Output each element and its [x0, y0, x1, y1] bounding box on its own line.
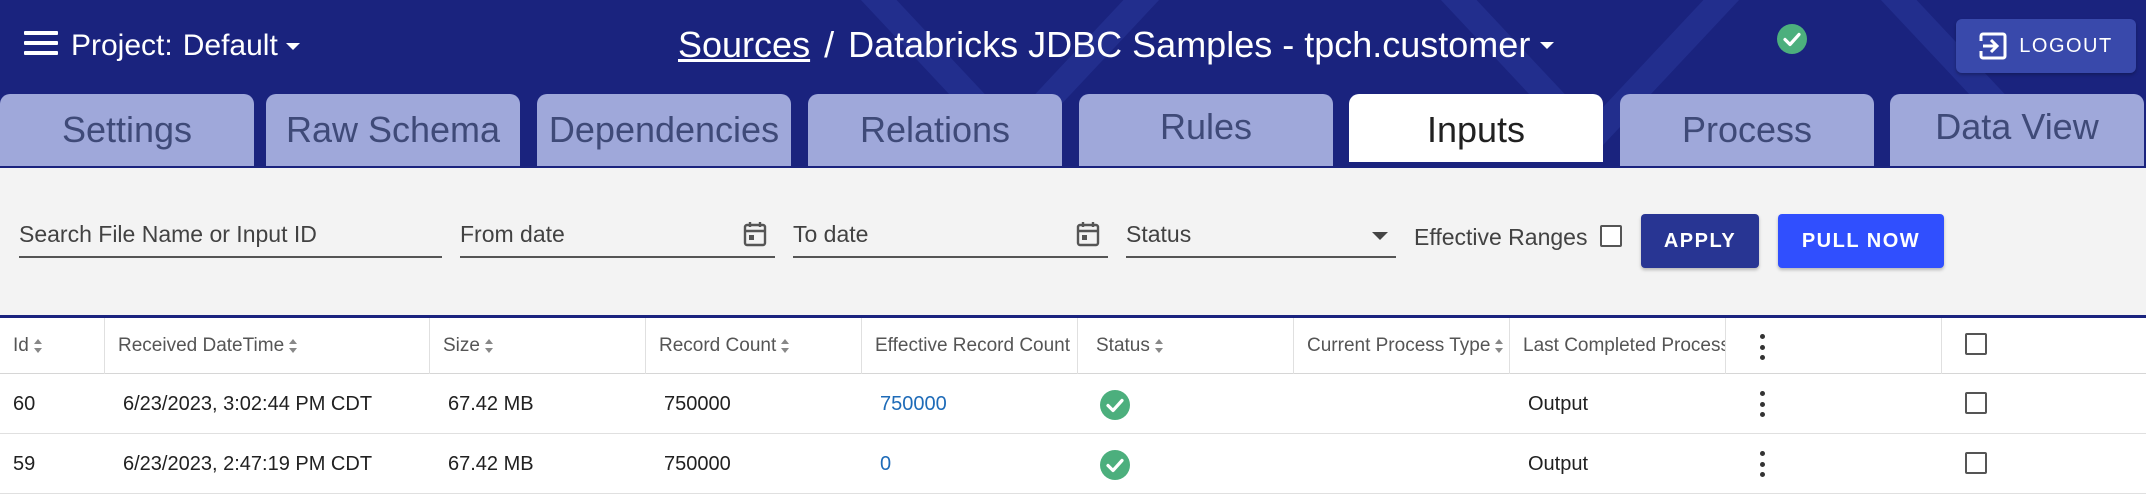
column-options-icon[interactable] — [1759, 334, 1765, 360]
table-header: Id Received DateTime Size Record Count E… — [0, 318, 2146, 374]
cell-last-completed-process: Output — [1528, 392, 1589, 415]
tab-inputs[interactable]: Inputs — [1349, 94, 1603, 166]
to-date-field[interactable]: To date — [793, 212, 1108, 258]
cell-received-datetime: 6/23/2023, 2:47:19 PM CDT — [123, 452, 373, 475]
tab-label: Inputs — [1426, 109, 1526, 150]
dropdown-arrow-icon — [1372, 232, 1388, 240]
tab-label: Raw Schema — [285, 109, 501, 150]
cell-effective-record-count-link[interactable]: 750000 — [867, 374, 947, 434]
tab-raw-schema[interactable]: Raw Schema — [266, 94, 520, 166]
check-circle-icon — [1100, 390, 1130, 420]
project-selector[interactable]: Project: Default — [71, 24, 300, 68]
calendar-icon[interactable] — [1076, 221, 1100, 247]
sort-icon — [33, 339, 42, 353]
from-date-field[interactable]: From date — [460, 212, 775, 258]
tab-process[interactable]: Process — [1620, 94, 1874, 166]
sort-icon — [781, 339, 790, 353]
column-label: Received DateTime — [118, 335, 285, 356]
chevron-down-icon — [285, 42, 300, 50]
to-date-placeholder: To date — [793, 220, 869, 247]
tab-settings[interactable]: Settings — [0, 94, 254, 166]
check-circle-icon — [1100, 450, 1130, 480]
inputs-table: Id Received DateTime Size Record Count E… — [0, 318, 2146, 496]
column-label: Size — [443, 335, 480, 356]
tab-label: Relations — [859, 109, 1011, 150]
cell-received-datetime: 6/23/2023, 3:02:44 PM CDT — [123, 392, 373, 415]
table-row[interactable]: 59 6/23/2023, 2:47:19 PM CDT 67.42 MB 75… — [0, 434, 2146, 494]
logout-label: LOGOUT — [2019, 34, 2113, 57]
column-header-current-process-type[interactable]: Current Process Type — [1294, 318, 1510, 374]
column-header-select — [1942, 318, 2146, 374]
apply-button[interactable]: APPLY — [1641, 214, 1759, 268]
calendar-icon[interactable] — [743, 221, 767, 247]
column-header-last-completed-process[interactable]: Last Completed Process — [1510, 318, 1726, 374]
column-header-effective-record-count[interactable]: Effective Record Count — [862, 318, 1078, 374]
filter-bar: Search File Name or Input ID From date T… — [0, 168, 2146, 318]
check-circle-icon — [1777, 24, 1807, 54]
tab-label: Data View — [1935, 106, 2099, 147]
column-label: Current Process Type — [1307, 335, 1491, 356]
table-row[interactable]: 60 6/23/2023, 3:02:44 PM CDT 67.42 MB 75… — [0, 374, 2146, 434]
sort-icon — [484, 339, 493, 353]
tab-dependencies[interactable]: Dependencies — [537, 94, 791, 166]
column-header-size[interactable]: Size — [430, 318, 646, 374]
tab-relations[interactable]: Relations — [808, 94, 1062, 166]
status-select[interactable]: Status — [1126, 212, 1396, 258]
row-select-checkbox[interactable] — [1965, 392, 1987, 414]
cell-size: 67.42 MB — [448, 452, 534, 475]
source-name: Databricks JDBC Samples - tpch.customer — [848, 24, 1531, 65]
tab-data-view[interactable]: Data View — [1890, 94, 2144, 166]
effective-ranges-checkbox[interactable] — [1600, 225, 1622, 247]
column-header-record-count[interactable]: Record Count — [646, 318, 862, 374]
tab-label: Dependencies — [548, 109, 780, 150]
cell-record-count: 750000 — [664, 452, 731, 475]
row-select-checkbox[interactable] — [1965, 452, 1987, 474]
tab-label: Process — [1681, 109, 1813, 150]
column-label: Id — [13, 335, 29, 356]
search-placeholder: Search File Name or Input ID — [19, 220, 317, 247]
tab-bar: Settings Raw Schema Dependencies Relatio… — [0, 94, 2146, 168]
tab-rules[interactable]: Rules — [1079, 94, 1333, 166]
sort-icon — [289, 339, 298, 353]
column-header-status[interactable]: Status — [1078, 318, 1294, 374]
cell-id: 60 — [13, 392, 36, 415]
page-title: Sources / Databricks JDBC Samples - tpch… — [678, 22, 1555, 68]
row-actions-menu-icon[interactable] — [1759, 451, 1765, 477]
breadcrumb-separator: / — [824, 24, 835, 65]
logout-button[interactable]: LOGOUT — [1956, 19, 2136, 73]
column-header-id[interactable]: Id — [0, 318, 105, 374]
column-header-received-datetime[interactable]: Received DateTime — [105, 318, 430, 374]
cell-record-count: 750000 — [664, 392, 731, 415]
from-date-placeholder: From date — [460, 220, 565, 247]
search-input[interactable]: Search File Name or Input ID — [19, 212, 442, 258]
tab-label: Settings — [61, 109, 193, 150]
sort-icon — [1154, 339, 1163, 353]
cell-effective-record-count-link[interactable]: 0 — [867, 434, 891, 494]
hamburger-menu-icon[interactable] — [24, 31, 58, 61]
cell-size: 67.42 MB — [448, 392, 534, 415]
app-header: Project: Default Sources / Databricks JD… — [0, 0, 2146, 168]
cell-id: 59 — [13, 452, 36, 475]
logout-icon — [1979, 32, 2007, 60]
status-placeholder: Status — [1126, 220, 1192, 247]
column-label: Last Completed Process — [1523, 335, 1726, 356]
sort-icon — [1495, 339, 1504, 353]
column-label: Status — [1096, 335, 1150, 356]
column-label: Record Count — [659, 335, 777, 356]
source-selector-chevron-icon[interactable] — [1540, 41, 1555, 49]
row-actions-menu-icon[interactable] — [1759, 391, 1765, 417]
column-header-actions — [1726, 318, 1942, 374]
project-label: Project: — [71, 29, 173, 62]
column-label: Effective Record Count — [875, 335, 1071, 356]
select-all-checkbox[interactable] — [1965, 333, 1987, 355]
project-value: Default — [182, 29, 278, 62]
pull-now-button[interactable]: PULL NOW — [1778, 214, 1944, 268]
cell-last-completed-process: Output — [1528, 452, 1589, 475]
tab-label: Rules — [1159, 106, 1253, 147]
effective-ranges-label: Effective Ranges — [1414, 224, 1588, 250]
breadcrumb-sources-link[interactable]: Sources — [678, 24, 810, 66]
